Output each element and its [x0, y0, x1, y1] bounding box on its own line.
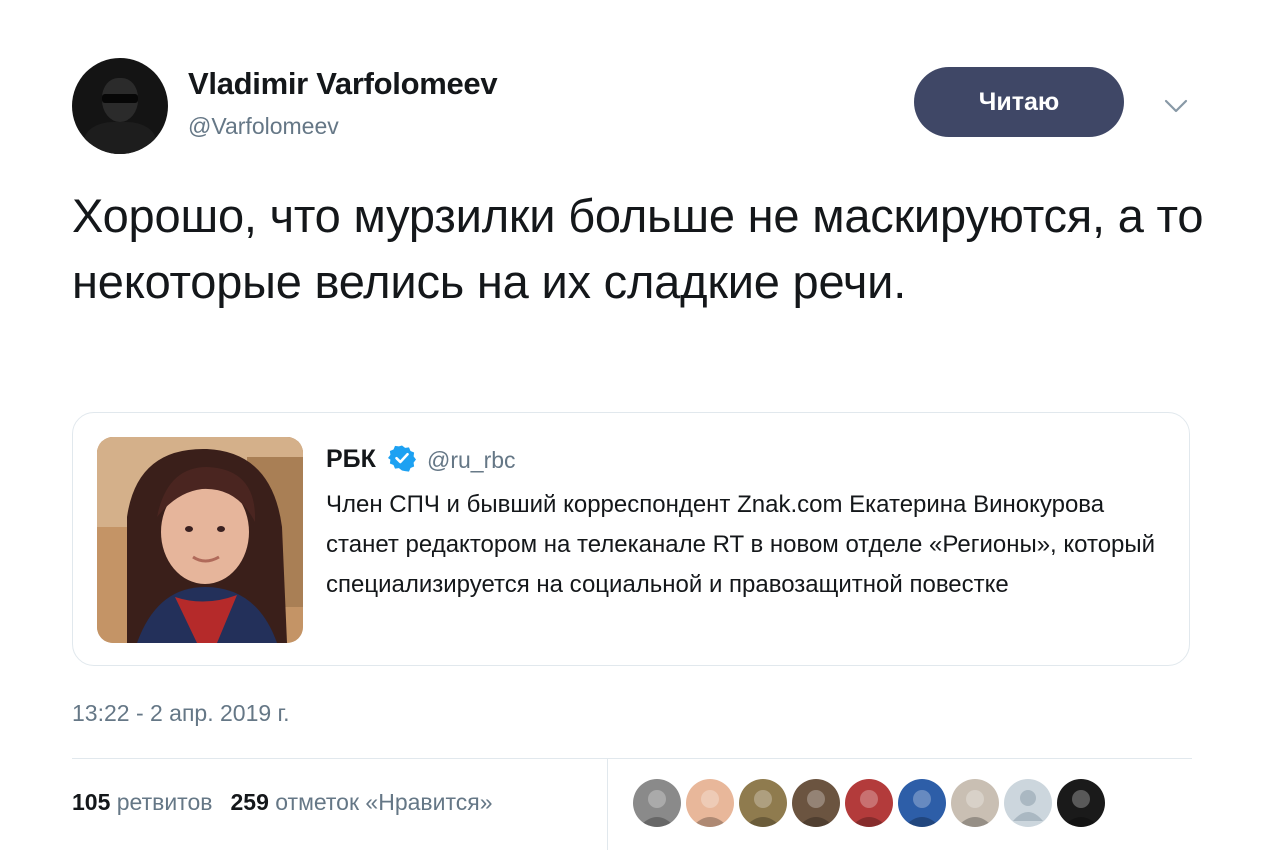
- liker-avatar[interactable]: [951, 779, 999, 827]
- verified-badge-icon: [388, 445, 416, 472]
- liker-avatar[interactable]: [898, 779, 946, 827]
- quoted-tweet-card[interactable]: РБК @ru_rbc Член СПЧ и бывший корреспонд…: [72, 412, 1190, 666]
- quoted-author-name[interactable]: РБК: [326, 445, 376, 474]
- tweet-text: Хорошо, что мурзилки больше не маскируют…: [72, 189, 1204, 308]
- stats-divider: [72, 758, 1192, 759]
- default-avatar-icon[interactable]: [1004, 779, 1052, 827]
- liker-avatar[interactable]: [845, 779, 893, 827]
- quoted-author-handle[interactable]: @ru_rbc: [427, 447, 516, 474]
- avatar-shoulders: [84, 122, 156, 154]
- likes-count: 259: [230, 789, 269, 815]
- retweets-label: ретвитов: [116, 789, 213, 815]
- liker-avatar[interactable]: [792, 779, 840, 827]
- author-name[interactable]: Vladimir Varfolomeev: [188, 66, 498, 102]
- quoted-tweet-photo: [97, 437, 303, 643]
- following-button[interactable]: Читаю: [914, 67, 1124, 137]
- likes-stat[interactable]: 259 отметок «Нравится»: [230, 789, 492, 815]
- avatar-glasses: [102, 94, 138, 103]
- liker-avatar[interactable]: [633, 779, 681, 827]
- likes-label: отметок «Нравится»: [275, 789, 493, 815]
- author-avatar[interactable]: [72, 58, 168, 154]
- liker-avatar[interactable]: [686, 779, 734, 827]
- retweets-count: 105: [72, 789, 111, 815]
- tweet-stats: 105 ретвитов 259 отметок «Нравится»: [72, 789, 493, 816]
- stats-vertical-divider: [607, 759, 608, 850]
- liker-avatar[interactable]: [1057, 779, 1105, 827]
- tweet-timestamp[interactable]: 13:22 - 2 апр. 2019 г.: [72, 700, 290, 727]
- author-handle[interactable]: @Varfolomeev: [188, 113, 339, 140]
- quoted-tweet-text: Член СПЧ и бывший корреспондент Znak.com…: [326, 491, 1156, 598]
- retweets-stat[interactable]: 105 ретвитов: [72, 789, 212, 815]
- chevron-down-icon[interactable]: [1162, 92, 1190, 120]
- liker-avatar[interactable]: [739, 779, 787, 827]
